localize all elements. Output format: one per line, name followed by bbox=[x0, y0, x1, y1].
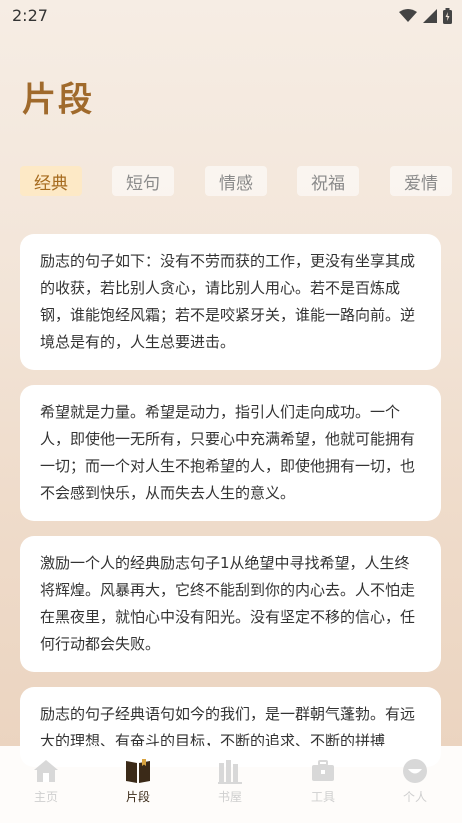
profile-icon bbox=[403, 759, 427, 783]
bookshelf-icon bbox=[218, 760, 242, 784]
status-bar: 2:27 bbox=[0, 0, 462, 34]
book-icon bbox=[126, 759, 150, 783]
nav-tools[interactable]: 工具 bbox=[293, 758, 353, 805]
quote-card[interactable]: 希望就是力量。希望是动力，指引人们走向成功。一个人，即使他一无所有，只要心中充满… bbox=[20, 385, 441, 521]
home-icon bbox=[34, 760, 58, 782]
quote-card[interactable]: 励志的句子如下：没有不劳而获的工作，更没有坐享其成的收获，若比别人贪心，请比别人… bbox=[20, 234, 441, 370]
signal-icon bbox=[423, 9, 437, 23]
toolbox-icon bbox=[312, 760, 334, 781]
tab-emotion[interactable]: 情感 bbox=[205, 166, 267, 196]
tab-love[interactable]: 爱情 bbox=[390, 166, 452, 196]
nav-profile[interactable]: 个人 bbox=[385, 758, 445, 805]
bottom-nav: 主页 片段 书屋 工具 个人 bbox=[0, 746, 462, 823]
quote-card[interactable]: 激励一个人的经典励志句子1从绝望中寻找希望，人生终将辉煌。风暴再大，它终不能刮到… bbox=[20, 536, 441, 672]
nav-tools-label: 工具 bbox=[310, 790, 335, 804]
tab-classic[interactable]: 经典 bbox=[20, 166, 82, 196]
wifi-icon bbox=[399, 9, 417, 22]
nav-fragments-label: 片段 bbox=[125, 790, 150, 804]
nav-bookstore[interactable]: 书屋 bbox=[200, 758, 260, 805]
nav-fragments[interactable]: 片段 bbox=[108, 758, 168, 805]
tab-blessing[interactable]: 祝福 bbox=[297, 166, 359, 196]
page-title: 片段 bbox=[22, 80, 94, 120]
nav-home-label: 主页 bbox=[33, 790, 58, 804]
tab-short-sentences[interactable]: 短句 bbox=[112, 166, 174, 196]
nav-home[interactable]: 主页 bbox=[16, 758, 76, 805]
status-time: 2:27 bbox=[12, 6, 48, 25]
status-icons bbox=[399, 8, 452, 24]
battery-icon bbox=[443, 8, 452, 24]
category-tabs: 经典 短句 情感 祝福 爱情 bbox=[20, 166, 462, 198]
nav-bookstore-label: 书屋 bbox=[217, 790, 242, 804]
nav-profile-label: 个人 bbox=[402, 790, 427, 804]
